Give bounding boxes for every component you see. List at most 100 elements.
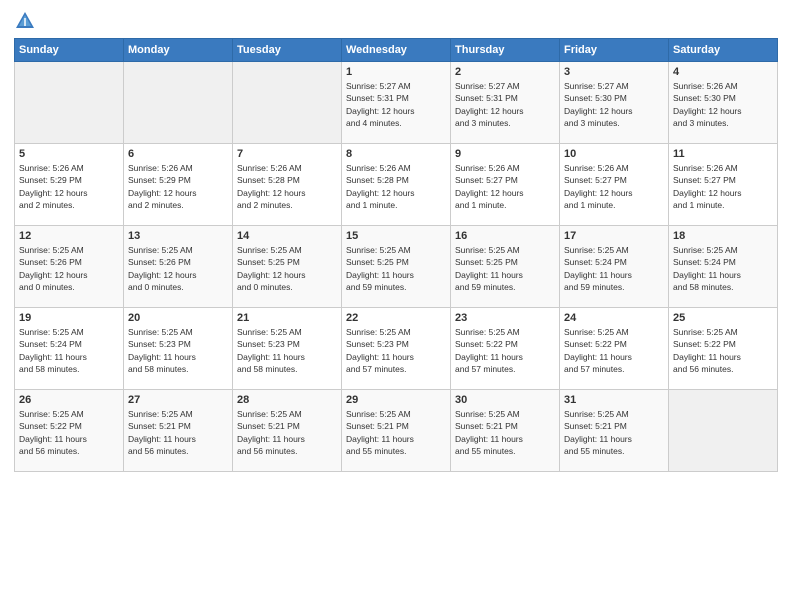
- weekday-header-monday: Monday: [124, 39, 233, 62]
- day-number: 5: [19, 148, 119, 160]
- day-info: Sunrise: 5:26 AMSunset: 5:27 PMDaylight:…: [673, 162, 773, 211]
- logo: [14, 10, 40, 32]
- day-info: Sunrise: 5:25 AMSunset: 5:21 PMDaylight:…: [237, 408, 337, 457]
- day-number: 13: [128, 230, 228, 242]
- calendar-cell: [669, 390, 778, 472]
- day-info: Sunrise: 5:25 AMSunset: 5:22 PMDaylight:…: [673, 326, 773, 375]
- day-info: Sunrise: 5:25 AMSunset: 5:25 PMDaylight:…: [346, 244, 446, 293]
- calendar-cell: [233, 62, 342, 144]
- calendar-cell: 7 Sunrise: 5:26 AMSunset: 5:28 PMDaylight…: [233, 144, 342, 226]
- day-info: Sunrise: 5:26 AMSunset: 5:30 PMDaylight:…: [673, 80, 773, 129]
- calendar-cell: 9 Sunrise: 5:26 AMSunset: 5:27 PMDaylight…: [451, 144, 560, 226]
- day-number: 17: [564, 230, 664, 242]
- calendar-cell: 8 Sunrise: 5:26 AMSunset: 5:28 PMDaylight…: [342, 144, 451, 226]
- calendar-cell: 18 Sunrise: 5:25 AMSunset: 5:24 PMDayligh…: [669, 226, 778, 308]
- day-info: Sunrise: 5:26 AMSunset: 5:28 PMDaylight:…: [346, 162, 446, 211]
- calendar-cell: 24 Sunrise: 5:25 AMSunset: 5:22 PMDayligh…: [560, 308, 669, 390]
- calendar-cell: 20 Sunrise: 5:25 AMSunset: 5:23 PMDayligh…: [124, 308, 233, 390]
- calendar-cell: 23Sunrise: 5:25 AMSunset: 5:22 PMDayligh…: [451, 308, 560, 390]
- day-number: 20: [128, 312, 228, 324]
- weekday-header-sunday: Sunday: [15, 39, 124, 62]
- day-info: Sunrise: 5:25 AMSunset: 5:23 PMDaylight:…: [128, 326, 228, 375]
- day-info: Sunrise: 5:25 AMSunset: 5:26 PMDaylight:…: [128, 244, 228, 293]
- day-number: 1: [346, 66, 446, 78]
- weekday-header-wednesday: Wednesday: [342, 39, 451, 62]
- day-info: Sunrise: 5:26 AMSunset: 5:29 PMDaylight:…: [128, 162, 228, 211]
- day-info: Sunrise: 5:25 AMSunset: 5:22 PMDaylight:…: [564, 326, 664, 375]
- day-info: Sunrise: 5:27 AMSunset: 5:30 PMDaylight:…: [564, 80, 664, 129]
- day-number: 7: [237, 148, 337, 160]
- calendar-cell: 30 Sunrise: 5:25 AMSunset: 5:21 PMDayligh…: [451, 390, 560, 472]
- calendar-container: SundayMondayTuesdayWednesdayThursdayFrid…: [0, 0, 792, 482]
- day-info: Sunrise: 5:25 AMSunset: 5:25 PMDaylight:…: [455, 244, 555, 293]
- weekday-header-saturday: Saturday: [669, 39, 778, 62]
- day-info: Sunrise: 5:26 AMSunset: 5:28 PMDaylight:…: [237, 162, 337, 211]
- day-number: 23: [455, 312, 555, 324]
- day-number: 3: [564, 66, 664, 78]
- day-number: 27: [128, 394, 228, 406]
- day-number: 4: [673, 66, 773, 78]
- day-number: 31: [564, 394, 664, 406]
- day-info: Sunrise: 5:25 AMSunset: 5:26 PMDaylight:…: [19, 244, 119, 293]
- day-info: Sunrise: 5:26 AMSunset: 5:29 PMDaylight:…: [19, 162, 119, 211]
- day-info: Sunrise: 5:25 AMSunset: 5:24 PMDaylight:…: [19, 326, 119, 375]
- day-info: Sunrise: 5:25 AMSunset: 5:22 PMDaylight:…: [19, 408, 119, 457]
- day-number: 28: [237, 394, 337, 406]
- day-info: Sunrise: 5:25 AMSunset: 5:25 PMDaylight:…: [237, 244, 337, 293]
- day-number: 12: [19, 230, 119, 242]
- week-row-3: 12 Sunrise: 5:25 AMSunset: 5:26 PMDayligh…: [15, 226, 778, 308]
- week-row-1: 1 Sunrise: 5:27 AMSunset: 5:31 PMDaylight…: [15, 62, 778, 144]
- day-number: 8: [346, 148, 446, 160]
- weekday-header-tuesday: Tuesday: [233, 39, 342, 62]
- day-number: 6: [128, 148, 228, 160]
- calendar-cell: [124, 62, 233, 144]
- day-number: 10: [564, 148, 664, 160]
- day-info: Sunrise: 5:25 AMSunset: 5:24 PMDaylight:…: [673, 244, 773, 293]
- calendar-cell: 29 Sunrise: 5:25 AMSunset: 5:21 PMDayligh…: [342, 390, 451, 472]
- weekday-header-thursday: Thursday: [451, 39, 560, 62]
- day-number: 29: [346, 394, 446, 406]
- day-number: 14: [237, 230, 337, 242]
- day-number: 2: [455, 66, 555, 78]
- calendar-cell: 17Sunrise: 5:25 AMSunset: 5:24 PMDayligh…: [560, 226, 669, 308]
- calendar-cell: 15 Sunrise: 5:25 AMSunset: 5:25 PMDayligh…: [342, 226, 451, 308]
- day-number: 21: [237, 312, 337, 324]
- calendar-cell: 16Sunrise: 5:25 AMSunset: 5:25 PMDayligh…: [451, 226, 560, 308]
- header: [14, 10, 778, 32]
- calendar-cell: 27 Sunrise: 5:25 AMSunset: 5:21 PMDayligh…: [124, 390, 233, 472]
- day-number: 24: [564, 312, 664, 324]
- day-number: 19: [19, 312, 119, 324]
- day-number: 22: [346, 312, 446, 324]
- week-row-4: 19 Sunrise: 5:25 AMSunset: 5:24 PMDayligh…: [15, 308, 778, 390]
- day-number: 15: [346, 230, 446, 242]
- calendar-cell: 21Sunrise: 5:25 AMSunset: 5:23 PMDayligh…: [233, 308, 342, 390]
- calendar-cell: 13 Sunrise: 5:25 AMSunset: 5:26 PMDayligh…: [124, 226, 233, 308]
- calendar-cell: 22 Sunrise: 5:25 AMSunset: 5:23 PMDayligh…: [342, 308, 451, 390]
- week-row-2: 5 Sunrise: 5:26 AMSunset: 5:29 PMDaylight…: [15, 144, 778, 226]
- day-number: 9: [455, 148, 555, 160]
- day-number: 26: [19, 394, 119, 406]
- calendar-cell: 26 Sunrise: 5:25 AMSunset: 5:22 PMDayligh…: [15, 390, 124, 472]
- calendar-cell: 14 Sunrise: 5:25 AMSunset: 5:25 PMDayligh…: [233, 226, 342, 308]
- day-info: Sunrise: 5:25 AMSunset: 5:21 PMDaylight:…: [128, 408, 228, 457]
- logo-icon: [14, 10, 36, 32]
- calendar-cell: 6 Sunrise: 5:26 AMSunset: 5:29 PMDaylight…: [124, 144, 233, 226]
- day-info: Sunrise: 5:27 AMSunset: 5:31 PMDaylight:…: [346, 80, 446, 129]
- calendar-cell: 12 Sunrise: 5:25 AMSunset: 5:26 PMDayligh…: [15, 226, 124, 308]
- weekday-header-friday: Friday: [560, 39, 669, 62]
- day-number: 18: [673, 230, 773, 242]
- weekday-header-row: SundayMondayTuesdayWednesdayThursdayFrid…: [15, 39, 778, 62]
- calendar-table: SundayMondayTuesdayWednesdayThursdayFrid…: [14, 38, 778, 472]
- day-info: Sunrise: 5:26 AMSunset: 5:27 PMDaylight:…: [455, 162, 555, 211]
- day-info: Sunrise: 5:25 AMSunset: 5:21 PMDaylight:…: [346, 408, 446, 457]
- day-info: Sunrise: 5:25 AMSunset: 5:21 PMDaylight:…: [455, 408, 555, 457]
- calendar-cell: 4 Sunrise: 5:26 AMSunset: 5:30 PMDaylight…: [669, 62, 778, 144]
- calendar-cell: 1 Sunrise: 5:27 AMSunset: 5:31 PMDaylight…: [342, 62, 451, 144]
- day-info: Sunrise: 5:25 AMSunset: 5:23 PMDaylight:…: [346, 326, 446, 375]
- week-row-5: 26 Sunrise: 5:25 AMSunset: 5:22 PMDayligh…: [15, 390, 778, 472]
- calendar-cell: 31Sunrise: 5:25 AMSunset: 5:21 PMDayligh…: [560, 390, 669, 472]
- day-info: Sunrise: 5:26 AMSunset: 5:27 PMDaylight:…: [564, 162, 664, 211]
- calendar-cell: 25Sunrise: 5:25 AMSunset: 5:22 PMDayligh…: [669, 308, 778, 390]
- day-number: 30: [455, 394, 555, 406]
- calendar-cell: 10 Sunrise: 5:26 AMSunset: 5:27 PMDayligh…: [560, 144, 669, 226]
